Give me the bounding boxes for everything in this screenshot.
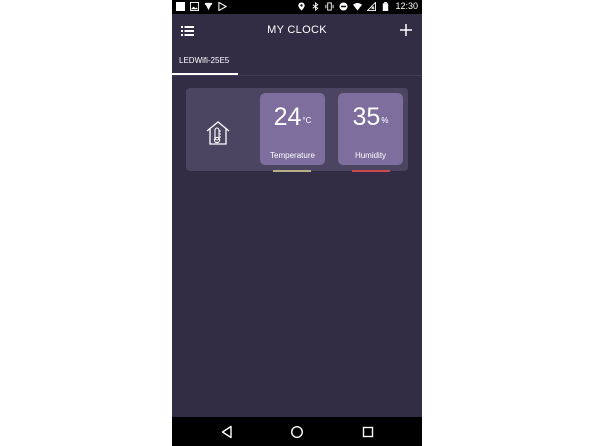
wifi-icon (353, 2, 363, 11)
temperature-unit: °C (302, 116, 312, 125)
add-icon[interactable] (400, 24, 412, 36)
temperature-indicator-bar (273, 170, 311, 172)
home-icon[interactable] (290, 425, 304, 439)
temperature-value: 24 (273, 103, 302, 131)
tab-ledwifi-25e5[interactable]: LEDWifi-25E5 (172, 53, 238, 75)
battery-icon (383, 1, 389, 11)
image-icon (190, 2, 199, 11)
temperature-tile[interactable]: 24°C Temperature (260, 93, 325, 165)
humidity-label: Humidity (354, 151, 387, 160)
back-icon[interactable] (220, 425, 234, 439)
device-card[interactable]: 24°C Temperature 35% Humidity (186, 88, 408, 172)
app-bar: MY CLOCK (172, 14, 422, 48)
humidity-tile[interactable]: 35% Humidity (338, 93, 403, 165)
play-store-icon (218, 2, 227, 11)
house-thermometer-icon (206, 121, 230, 145)
humidity-value: 35 (352, 103, 381, 131)
vibrate-icon (325, 1, 335, 11)
humidity-value-group: 35% (338, 103, 403, 132)
square-icon (176, 2, 185, 11)
status-time: 12:30 (395, 1, 418, 11)
tab-label: LEDWifi-25E5 (179, 56, 230, 65)
humidity-indicator-bar (352, 170, 390, 172)
tab-divider (172, 75, 422, 76)
system-nav-bar (172, 417, 422, 446)
humidity-unit: % (381, 116, 389, 125)
recent-apps-icon[interactable] (361, 425, 375, 439)
page-title: MY CLOCK (267, 24, 327, 36)
do-not-disturb-icon (339, 1, 349, 11)
download-icon (204, 2, 213, 11)
phone-screen: 12:30 MY CLOCK LEDWifi-25E5 24°C Tempera… (172, 0, 422, 446)
bluetooth-icon (313, 1, 319, 11)
status-icons-right: 12:30 (297, 1, 418, 11)
location-icon (298, 1, 306, 11)
temperature-label: Temperature (270, 151, 315, 160)
temperature-value-group: 24°C (260, 103, 325, 132)
status-bar: 12:30 (172, 0, 422, 14)
no-signal-icon (367, 1, 377, 11)
status-icons-left (176, 2, 227, 11)
